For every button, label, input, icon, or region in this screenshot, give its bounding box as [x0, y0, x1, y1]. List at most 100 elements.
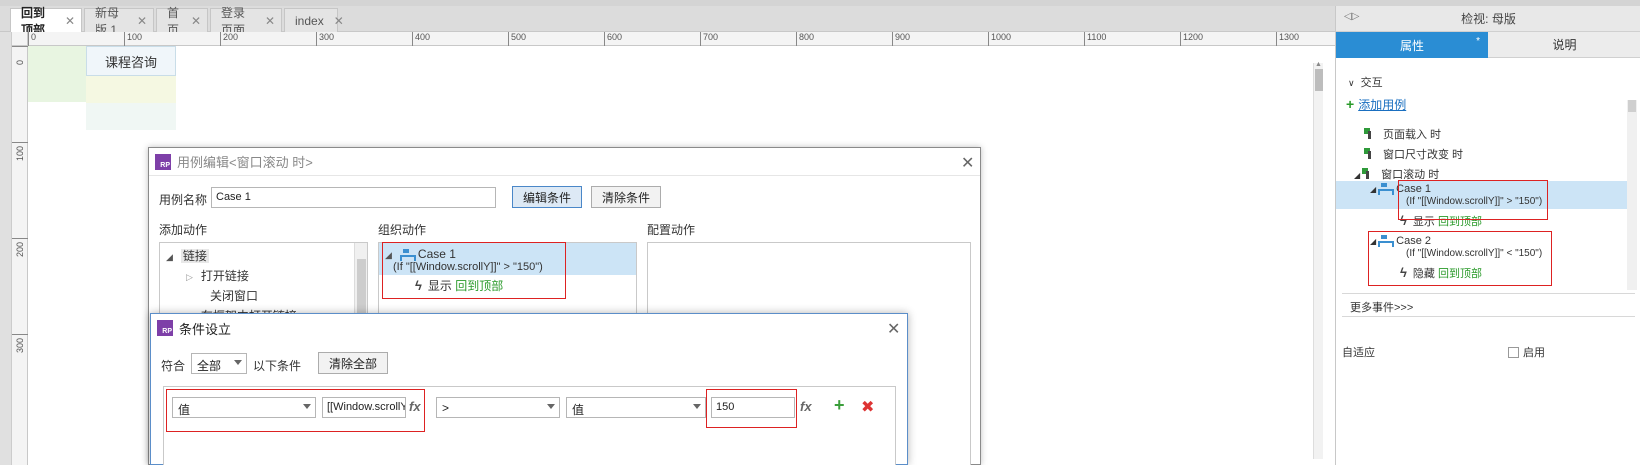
- ruler-tick: 0: [28, 32, 36, 46]
- organized-action[interactable]: ϟ 显示 回到顶部: [415, 277, 503, 294]
- event-icon: [1364, 148, 1375, 159]
- tab-new-master[interactable]: 新母版 1 ✕: [84, 6, 154, 37]
- tree-item-link-group[interactable]: ◢ 链接: [166, 247, 209, 264]
- enable-checkbox[interactable]: 启用: [1508, 344, 1545, 360]
- tab-home[interactable]: 首页 ✕: [156, 6, 208, 37]
- ruler-tick: 800: [796, 32, 814, 46]
- value-type-select[interactable]: 值: [566, 397, 706, 418]
- inspector-case-2[interactable]: ◢ Case 2: [1370, 235, 1431, 247]
- canvas-scrollbar[interactable]: ▲: [1313, 61, 1323, 459]
- course-consult-widget[interactable]: 课程咨询: [86, 46, 176, 76]
- dialog-title: 条件设立: [179, 321, 232, 337]
- close-icon[interactable]: ✕: [961, 153, 974, 173]
- divider: [1342, 316, 1635, 317]
- configure-actions-title: 配置动作: [647, 223, 696, 237]
- operator-select[interactable]: >: [436, 397, 560, 418]
- match-label: 符合: [161, 359, 186, 373]
- condition-value-input[interactable]: 150: [711, 397, 795, 418]
- tab-back-to-top[interactable]: 回到顶部 ✕: [10, 6, 82, 37]
- close-icon[interactable]: ✕: [191, 14, 201, 28]
- canvas-block[interactable]: [86, 103, 176, 130]
- scroll-thumb[interactable]: [357, 259, 366, 319]
- tab-index[interactable]: index ✕: [284, 8, 344, 32]
- dropdown-arrow-icon: [234, 360, 242, 365]
- ruler-corner: [12, 32, 28, 46]
- inspector-panel: ◁▷ 检视: 母版 属性 * 说明 ∨ 交互 + 添加用例 页面载入 时 窗口尺寸改…: [1335, 6, 1640, 465]
- axure-logo-icon: RP: [157, 320, 173, 336]
- fx-button[interactable]: fx: [800, 399, 812, 414]
- add-case-link[interactable]: + 添加用例: [1346, 96, 1406, 113]
- collapse-icon[interactable]: ▷: [186, 272, 193, 283]
- match-suffix-label: 以下条件: [253, 359, 302, 373]
- ruler-tick: 0: [12, 46, 28, 65]
- tree-item-open-link[interactable]: ▷ 打开链接: [186, 267, 249, 284]
- checkbox[interactable]: [1508, 347, 1519, 358]
- add-condition-icon[interactable]: +: [834, 395, 845, 416]
- condition-expression-input[interactable]: [[Window.scrollY: [322, 397, 406, 418]
- plus-icon: +: [1346, 96, 1355, 112]
- close-icon[interactable]: ✕: [137, 14, 147, 28]
- scroll-thumb[interactable]: [1628, 100, 1636, 112]
- dropdown-arrow-icon: [303, 404, 311, 409]
- inspector-scrollbar[interactable]: [1627, 100, 1637, 290]
- collapse-panel-icon[interactable]: ◁▷: [1344, 11, 1359, 22]
- expand-icon[interactable]: ◢: [1354, 171, 1360, 180]
- expand-icon[interactable]: ◢: [385, 250, 392, 261]
- scroll-up-icon[interactable]: ▲: [1315, 61, 1322, 68]
- inspector-case-1-action[interactable]: ϟ 显示 回到顶部: [1400, 213, 1482, 229]
- inspector-case-2-action[interactable]: ϟ 隐藏 回到顶部: [1400, 265, 1482, 281]
- dialog-titlebar: RP 用例编辑<窗口滚动 时>: [149, 148, 980, 176]
- condition-type-select[interactable]: 值: [172, 397, 316, 418]
- chevron-down-icon[interactable]: ∨: [1348, 78, 1355, 88]
- tab-notes[interactable]: 说明: [1488, 32, 1640, 58]
- ruler-tick: 1200: [1180, 32, 1203, 46]
- close-icon[interactable]: ✕: [334, 14, 344, 28]
- expand-icon[interactable]: ◢: [166, 252, 173, 263]
- ruler-tick: 300: [12, 334, 28, 353]
- inspector-case-1[interactable]: ◢ Case 1: [1370, 183, 1431, 195]
- edit-condition-button[interactable]: 编辑条件: [512, 186, 582, 208]
- clear-all-button[interactable]: 清除全部: [318, 352, 388, 374]
- condition-rows-area: 值 [[Window.scrollY fx > 值 150 fx + ✖: [163, 386, 896, 465]
- tree-item-close-window[interactable]: 关闭窗口: [210, 287, 258, 304]
- more-events-link[interactable]: 更多事件>>>: [1350, 299, 1413, 315]
- add-actions-title: 添加动作: [159, 223, 208, 237]
- lightning-icon: ϟ: [415, 278, 422, 293]
- tab-properties[interactable]: 属性 *: [1336, 32, 1488, 58]
- horizontal-ruler: 0 100 200 300 400 500 600 700 800 900 10…: [28, 32, 1380, 46]
- expand-icon[interactable]: ◢: [1370, 185, 1376, 194]
- ruler-tick: 1300: [1276, 32, 1299, 46]
- organized-case[interactable]: ◢ Case 1: [385, 247, 456, 261]
- ruler-tick: 900: [892, 32, 910, 46]
- case-condition-text: (If "[[Window.scrollY]]" > "150"): [393, 261, 543, 273]
- left-toolbar: [0, 32, 12, 465]
- lightning-icon: ϟ: [1400, 265, 1407, 280]
- close-icon[interactable]: ✕: [265, 14, 275, 28]
- clear-condition-button[interactable]: 清除条件: [591, 186, 661, 208]
- match-select[interactable]: 全部: [191, 353, 247, 374]
- scroll-thumb[interactable]: [1315, 69, 1323, 91]
- event-window-resize[interactable]: 窗口尺寸改变 时: [1364, 146, 1463, 162]
- event-icon: [1362, 168, 1373, 179]
- event-page-load[interactable]: 页面载入 时: [1364, 126, 1441, 142]
- close-icon[interactable]: ✕: [887, 319, 900, 339]
- axure-logo-icon: RP: [155, 153, 171, 170]
- remove-condition-icon[interactable]: ✖: [861, 397, 874, 417]
- interaction-section[interactable]: ∨ 交互: [1348, 74, 1383, 90]
- ruler-tick: 1100: [1084, 32, 1106, 46]
- event-window-scroll[interactable]: ◢ 窗口滚动 时: [1354, 166, 1439, 182]
- case-name-input[interactable]: Case 1: [211, 187, 496, 208]
- dialog-title: 用例编辑<窗口滚动 时>: [177, 155, 313, 170]
- inspector-title: 检视: 母版: [1461, 12, 1516, 26]
- canvas-block[interactable]: [86, 76, 176, 103]
- ruler-tick: 600: [604, 32, 622, 46]
- tab-login[interactable]: 登录页面 ✕: [210, 6, 282, 37]
- fx-button[interactable]: fx: [409, 399, 421, 414]
- ruler-tick: 100: [124, 32, 142, 46]
- expand-icon[interactable]: ◢: [1370, 237, 1376, 246]
- ruler-tick: 1000: [988, 32, 1011, 46]
- close-icon[interactable]: ✕: [65, 14, 75, 28]
- divider: [1342, 293, 1635, 294]
- canvas-block[interactable]: [28, 46, 86, 102]
- condition-dialog: RP 条件设立 ✕ 符合 全部 以下条件 清除全部 值 [[Window.scr…: [150, 313, 908, 465]
